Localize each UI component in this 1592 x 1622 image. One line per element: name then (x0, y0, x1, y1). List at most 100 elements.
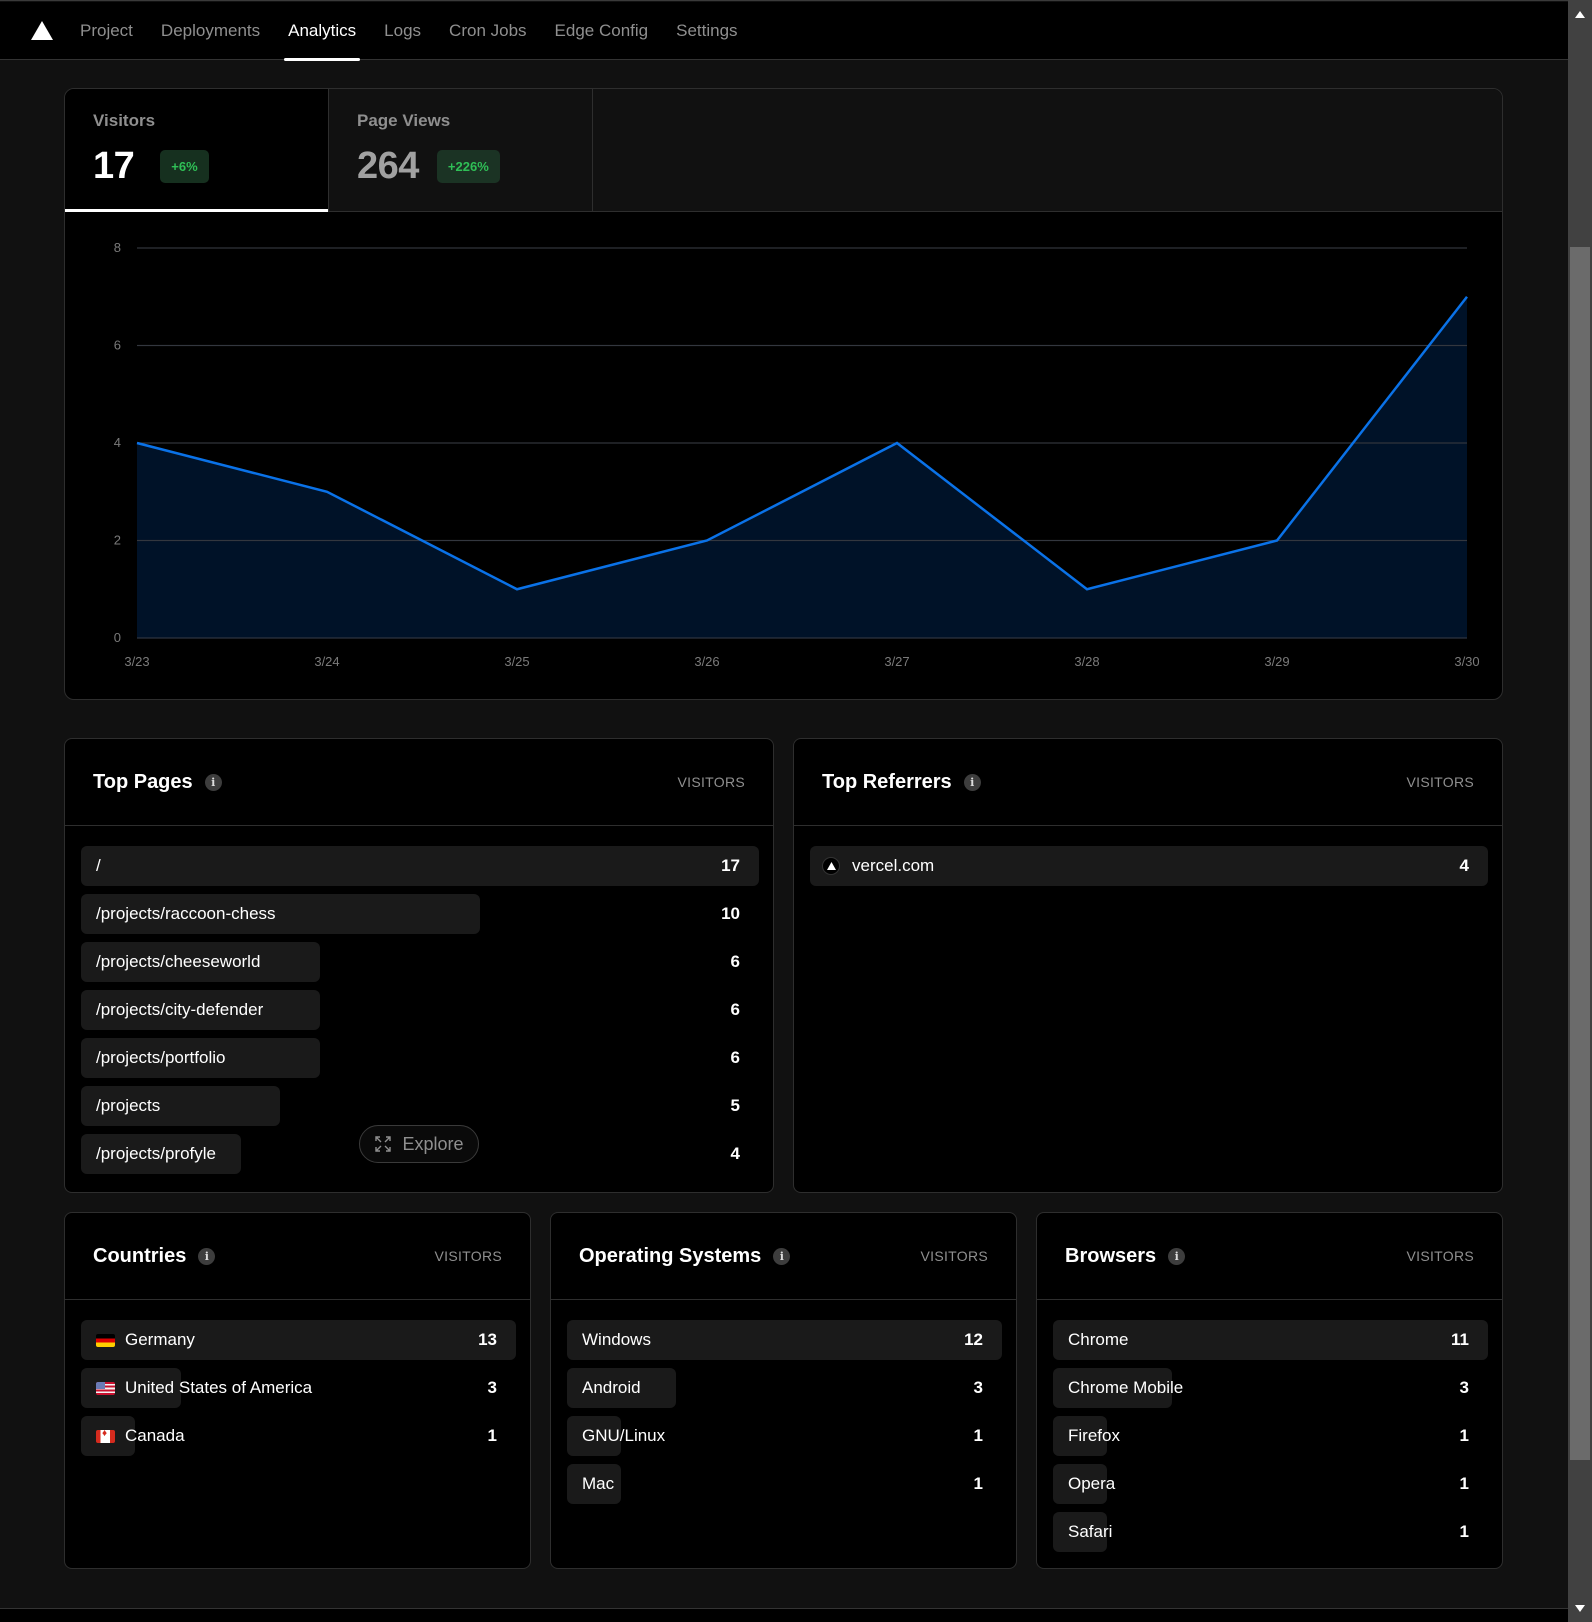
countries-panel: Countries i VISITORS Germany 13 United Sta… (64, 1212, 531, 1569)
list-item[interactable]: Chrome 11 (1053, 1320, 1488, 1360)
data-point[interactable] (1081, 583, 1093, 595)
operating-systems-list: Windows 12 Android 3 GNU/Linux 1 Mac 1 (551, 1300, 1016, 1504)
row-value: 1 (973, 1426, 983, 1445)
stat-label: Visitors (93, 111, 156, 130)
flag-ca-icon (96, 1429, 115, 1443)
list-item[interactable]: vercel.com 4 (810, 846, 1488, 886)
explore-label: Explore (402, 1133, 464, 1154)
nav-tab-settings[interactable]: Settings (672, 2, 741, 60)
list-item[interactable]: GNU/Linux 1 (567, 1416, 1000, 1456)
nav-tab-logs[interactable]: Logs (380, 2, 425, 60)
nav-tab-cron-jobs[interactable]: Cron Jobs (445, 2, 530, 60)
nav-tab-analytics[interactable]: Analytics (284, 2, 361, 61)
list-item[interactable]: Opera 1 (1053, 1464, 1486, 1504)
y-tick-label: 6 (114, 338, 121, 353)
row-value: 1 (973, 1474, 983, 1493)
list-item[interactable]: / 17 (81, 846, 759, 886)
info-icon[interactable]: i (204, 773, 222, 791)
visitors-area-chart: 0 2 4 6 8 3/23 3/24 3/25 3/26 3/27 3/28 3/29 3/30 (114, 240, 1480, 669)
panel-title: Countries (93, 1244, 187, 1267)
data-point[interactable] (511, 583, 523, 595)
browsers-panel: Browsers i VISITORS Chrome 11 Chrome Mobil… (1036, 1212, 1503, 1569)
chart-area: 0 2 4 6 8 3/23 3/24 3/25 3/26 3/27 3/28 3/29 3/30 (65, 212, 1502, 699)
nav-tab-deployments[interactable]: Deployments (157, 2, 264, 60)
data-point[interactable] (891, 437, 903, 449)
data-point[interactable] (131, 437, 143, 449)
operating-systems-panel: Operating Systems i VISITORS Windows 12 An… (550, 1212, 1017, 1569)
row-label: /projects/raccoon-chess (96, 904, 276, 924)
row-label: Germany (96, 1330, 195, 1350)
data-point[interactable] (321, 486, 333, 498)
page-viewport: Project Deployments Analytics Logs Cron … (0, 0, 1568, 1608)
list-item[interactable]: /projects/city-defender 6 (81, 990, 757, 1030)
row-label-text: / (96, 856, 101, 875)
list-item[interactable]: /projects/cheeseworld 6 (81, 942, 757, 982)
x-tick-label: 3/28 (1074, 654, 1099, 669)
row-label-text: GNU/Linux (582, 1426, 666, 1445)
list-item[interactable]: Germany 13 (81, 1320, 516, 1360)
explore-button[interactable]: Explore (359, 1125, 479, 1163)
x-tick-label: 3/30 (1454, 654, 1479, 669)
vertical-scrollbar[interactable] (1568, 0, 1592, 1622)
list-item[interactable]: Windows 12 (567, 1320, 1002, 1360)
scrollbar-thumb[interactable] (1570, 247, 1590, 1460)
expand-icon (375, 1136, 392, 1152)
row-value: 11 (1451, 1330, 1469, 1349)
x-tick-label: 3/29 (1264, 654, 1289, 669)
y-tick-label: 8 (114, 240, 121, 255)
data-point[interactable] (1271, 535, 1283, 547)
stat-tab-page-views[interactable]: Page Views 264 +226% (329, 89, 593, 211)
browsers-list: Chrome 11 Chrome Mobile 3 Firefox 1 Opera 1 Safa… (1037, 1300, 1502, 1552)
nav-tab-project[interactable]: Project (76, 2, 137, 60)
row-label-text: Mac (582, 1474, 615, 1493)
bottom-strip (0, 1608, 1568, 1622)
list-item[interactable]: /projects 5 (81, 1086, 757, 1126)
top-referrers-list: vercel.com 4 (794, 826, 1502, 886)
x-tick-label: 3/23 (124, 654, 149, 669)
value-bar (81, 846, 759, 886)
info-icon[interactable]: i (773, 1247, 791, 1265)
info-icon[interactable]: i (198, 1247, 216, 1265)
list-item[interactable]: United States of America 3 (81, 1368, 514, 1408)
row-label: Canada (96, 1426, 185, 1446)
list-item[interactable]: Firefox 1 (1053, 1416, 1486, 1456)
row-label: GNU/Linux (582, 1426, 665, 1446)
stat-tab-visitors[interactable]: Visitors 17 +6% (65, 89, 329, 212)
scroll-up-arrow-icon[interactable] (1568, 0, 1592, 28)
row-label-text: Firefox (1068, 1426, 1120, 1445)
row-label-text: Android (582, 1378, 641, 1397)
list-item[interactable]: Canada 1 (81, 1416, 514, 1456)
nav-tab-edge-config[interactable]: Edge Config (551, 2, 653, 60)
row-value: 1 (487, 1426, 497, 1445)
row-label-text: vercel.com (852, 856, 935, 875)
row-label-text: /projects (96, 1096, 161, 1115)
vercel-logo-icon[interactable] (30, 21, 54, 41)
row-value: 12 (964, 1330, 983, 1349)
row-value: 10 (721, 904, 740, 923)
stat-value: 264 (357, 145, 419, 187)
row-label-text: Safari (1068, 1522, 1113, 1541)
change-badge: +226% (436, 150, 500, 183)
list-item[interactable]: Chrome Mobile 3 (1053, 1368, 1486, 1408)
row-value: 4 (730, 1144, 740, 1163)
list-item[interactable]: Android 3 (567, 1368, 1000, 1408)
info-icon[interactable]: i (963, 773, 981, 791)
row-label: vercel.com (822, 856, 935, 876)
list-item[interactable]: Mac 1 (567, 1464, 1000, 1504)
row-label: /projects/profyle (96, 1144, 216, 1164)
list-item[interactable]: Safari 1 (1053, 1512, 1486, 1552)
row-value: 6 (730, 1048, 740, 1067)
row-value: 5 (730, 1096, 740, 1115)
data-point[interactable] (1461, 291, 1473, 303)
column-header: VISITORS (1406, 774, 1474, 790)
row-label: Android (582, 1378, 641, 1398)
list-item[interactable]: /projects/portfolio 6 (81, 1038, 757, 1078)
data-point[interactable] (701, 535, 713, 547)
list-item[interactable]: /projects/raccoon-chess 10 (81, 894, 757, 934)
info-icon[interactable]: i (1168, 1247, 1186, 1265)
stat-tabs: Visitors 17 +6% Page Views 264 +226% (65, 89, 1502, 212)
panel-title: Browsers (1065, 1244, 1157, 1267)
scroll-down-arrow-icon[interactable] (1568, 1594, 1592, 1622)
row-label-text: /projects/city-defender (96, 1000, 264, 1019)
x-tick-label: 3/26 (694, 654, 719, 669)
